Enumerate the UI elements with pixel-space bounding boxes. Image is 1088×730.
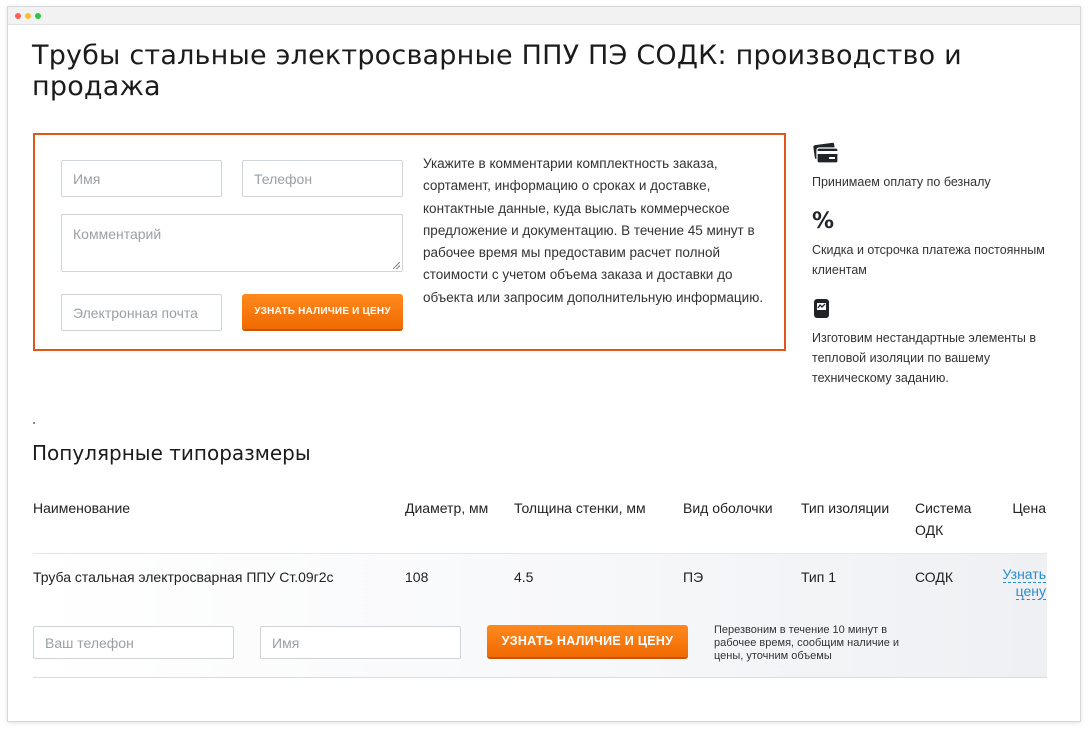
callback-phone-input[interactable]: Ваш телефон	[33, 626, 234, 659]
cell-name: Труба стальная электросварная ППУ Ст.09г…	[33, 569, 334, 585]
column-header-price: Цена	[1012, 500, 1046, 516]
resize-handle-icon[interactable]	[393, 262, 400, 269]
callback-phone-placeholder: Ваш телефон	[45, 634, 134, 651]
cell-odk: СОДК	[915, 569, 954, 585]
column-header-name: Наименование	[33, 500, 131, 516]
column-header-diameter: Диаметр, мм	[405, 500, 489, 516]
get-price-link-label: Узнать цену	[1002, 566, 1046, 600]
cell-wall: 4.5	[514, 569, 534, 585]
order-instructions: Укажите в комментарии комплектность зака…	[423, 156, 764, 305]
blueprint-icon	[812, 298, 832, 320]
callback-availability-button[interactable]: Узнать наличие и цену	[487, 625, 688, 657]
phone-input-placeholder: Телефон	[254, 170, 313, 187]
cell-diameter: 108	[405, 569, 429, 585]
comment-placeholder: Комментарий	[73, 226, 162, 242]
column-header-odk: Система ОДК	[915, 500, 972, 538]
maximize-window-button[interactable]	[35, 13, 41, 19]
callback-name-placeholder: Имя	[272, 634, 300, 651]
cell-insulation: Тип 1	[801, 569, 837, 585]
feature-custom-elements: Изготовим нестандартные элементы в тепло…	[812, 331, 1037, 385]
column-header-sheath: Вид оболочки	[683, 500, 773, 516]
email-input[interactable]: Электронная почта	[61, 294, 222, 331]
percent-icon: %	[812, 209, 835, 234]
callback-note: Перезвоним в течение 10 минут в рабочее …	[714, 624, 900, 662]
feature-discount: Скидка и отсрочка платежа постоянным кли…	[812, 243, 1045, 277]
cell-sheath: ПЭ	[683, 569, 704, 585]
minimize-window-button[interactable]	[25, 13, 31, 19]
column-header-insulation: Тип изоляции	[801, 500, 890, 516]
callback-name-input[interactable]: Имя	[260, 626, 461, 659]
close-window-button[interactable]	[15, 13, 21, 19]
comment-textarea[interactable]: Комментарий	[61, 214, 403, 272]
phone-input[interactable]: Телефон	[242, 160, 403, 197]
email-input-placeholder: Электронная почта	[73, 304, 198, 321]
column-header-wall: Толщина стенки, мм	[514, 500, 646, 516]
name-input-placeholder: Имя	[73, 170, 101, 187]
order-form: Имя Телефон Комментарий Электронная почт…	[33, 133, 786, 351]
popular-sizes-title: Популярные типоразмеры	[32, 441, 311, 465]
credit-card-icon	[812, 141, 840, 165]
table-bottom-divider	[33, 677, 1047, 678]
check-availability-button[interactable]: Узнать наличие и цену	[242, 294, 403, 329]
window-titlebar	[8, 7, 1080, 25]
name-input[interactable]: Имя	[61, 160, 222, 197]
get-price-link[interactable]: Узнать цену	[990, 566, 1046, 600]
decorative-dot	[33, 422, 35, 424]
page-title: Трубы стальные электросварные ППУ ПЭ СОД…	[32, 40, 962, 102]
feature-cashless-payment: Принимаем оплату по безналу	[812, 175, 991, 189]
